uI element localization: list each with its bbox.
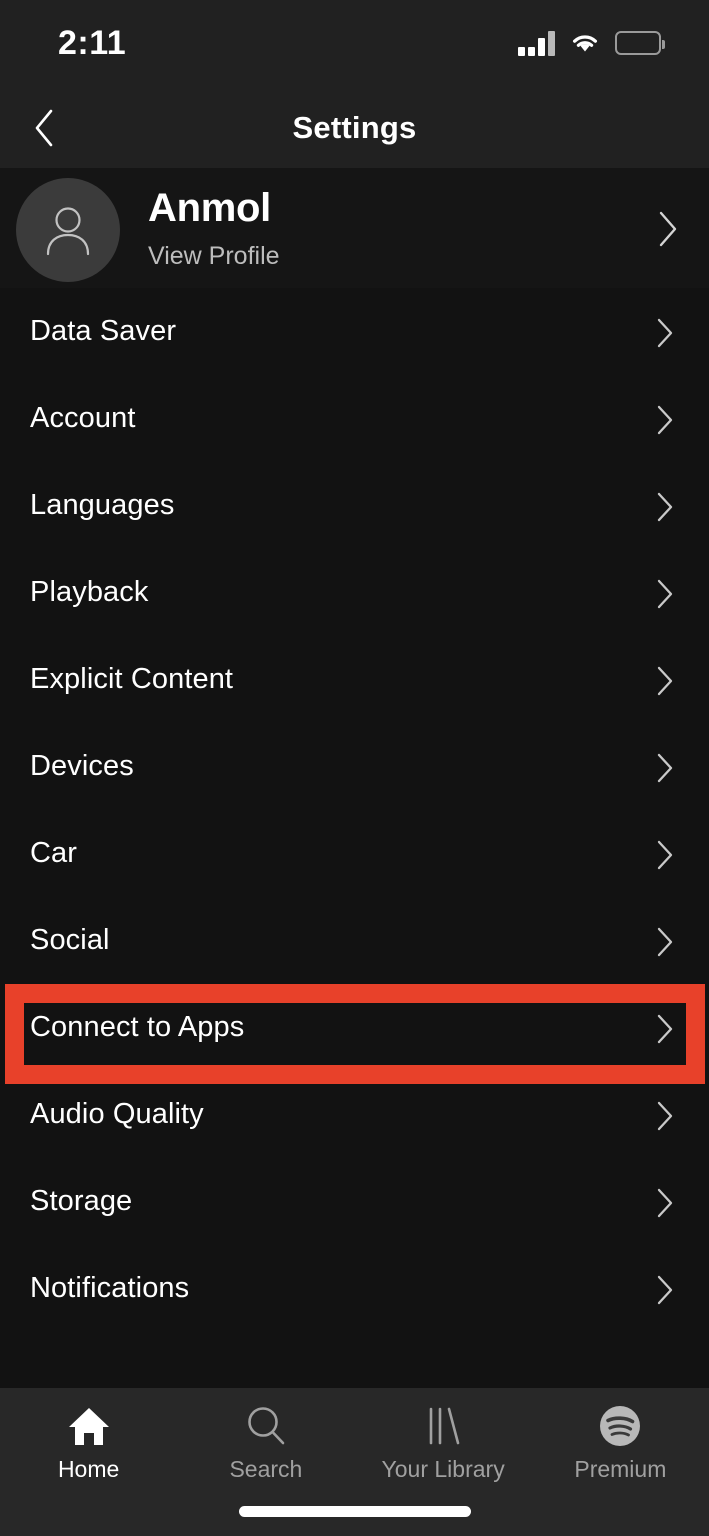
settings-row-label: Car [30, 837, 78, 869]
settings-row-storage[interactable]: Storage [0, 1158, 709, 1245]
settings-row-label: Social [30, 924, 110, 956]
battery-icon [615, 31, 665, 55]
settings-row-social[interactable]: Social [0, 897, 709, 984]
bottom-nav-items: Home Search Your Library Premium [0, 1388, 709, 1498]
person-icon [46, 207, 90, 256]
nav-label-premium: Premium [574, 1456, 667, 1482]
nav-label-search: Search [229, 1456, 303, 1482]
status-bar: 2:11 [0, 0, 709, 88]
settings-row-audio-quality[interactable]: Audio Quality [0, 1071, 709, 1158]
settings-row-explicit-content[interactable]: Explicit Content [0, 636, 709, 723]
chevron-right-icon [654, 1274, 676, 1311]
settings-list: Data Saver Account Languages Playback Explic… [0, 288, 709, 1388]
nav-label-home: Home [57, 1456, 120, 1482]
settings-row-devices[interactable]: Devices [0, 723, 709, 810]
settings-row-car[interactable]: Car [0, 810, 709, 897]
settings-row-label: Audio Quality [30, 1098, 204, 1130]
profile-name: Anmol [148, 186, 271, 230]
settings-row-label: Explicit Content [30, 663, 234, 695]
settings-row-label: Data Saver [30, 315, 177, 347]
settings-row-notifications[interactable]: Notifications [0, 1245, 709, 1332]
home-indicator-bar [239, 1506, 471, 1517]
nav-item-your-library[interactable]: Your Library [355, 1388, 532, 1498]
home-icon [66, 1400, 112, 1452]
chevron-right-icon [654, 1187, 676, 1224]
wifi-icon [573, 35, 597, 52]
chevron-right-icon [654, 317, 676, 354]
chevron-right-icon [654, 404, 676, 441]
settings-row-label: Playback [30, 576, 149, 608]
settings-row-label: Storage [30, 1185, 133, 1217]
settings-row-data-saver[interactable]: Data Saver [0, 288, 709, 375]
spotify-settings-screen: 2:11 Settings Anmol View Profile Data Sa… [0, 0, 709, 1536]
chevron-right-icon [654, 578, 676, 615]
profile-chevron-button[interactable] [657, 210, 679, 253]
settings-row-playback[interactable]: Playback [0, 549, 709, 636]
chevron-right-icon [654, 752, 676, 789]
nav-item-home[interactable]: Home [0, 1388, 177, 1498]
battery-cap [662, 40, 665, 49]
page-header: Settings [0, 88, 709, 168]
settings-row-account[interactable]: Account [0, 375, 709, 462]
settings-row-connect-to-apps[interactable]: Connect to Apps [0, 984, 709, 1071]
status-bar-time: 2:11 [58, 24, 127, 62]
nav-label-your-library: Your Library [381, 1456, 505, 1482]
cellular-signal-icon [518, 30, 555, 56]
chevron-right-icon [654, 926, 676, 963]
nav-item-premium[interactable]: Premium [532, 1388, 709, 1498]
settings-row-label: Devices [30, 750, 134, 782]
chevron-right-icon [654, 491, 676, 528]
settings-row-languages[interactable]: Languages [0, 462, 709, 549]
nav-item-search[interactable]: Search [177, 1388, 354, 1498]
library-icon [420, 1400, 466, 1452]
avatar [16, 178, 120, 282]
settings-row-label: Notifications [30, 1272, 190, 1304]
page-title: Settings [292, 110, 417, 145]
chevron-right-icon [654, 839, 676, 876]
settings-row-label: Account [30, 402, 136, 434]
spotify-icon [597, 1400, 643, 1452]
chevron-right-icon [654, 665, 676, 702]
settings-row-label: Languages [30, 489, 175, 521]
chevron-right-icon [659, 211, 677, 247]
profile-row[interactable]: Anmol View Profile [0, 168, 709, 288]
chevron-right-icon [654, 1100, 676, 1137]
settings-row-label: Connect to Apps [30, 1011, 245, 1043]
search-icon [243, 1400, 289, 1452]
status-bar-icons [518, 26, 665, 60]
profile-view-profile-label: View Profile [148, 242, 280, 270]
chevron-right-icon [654, 1013, 676, 1050]
